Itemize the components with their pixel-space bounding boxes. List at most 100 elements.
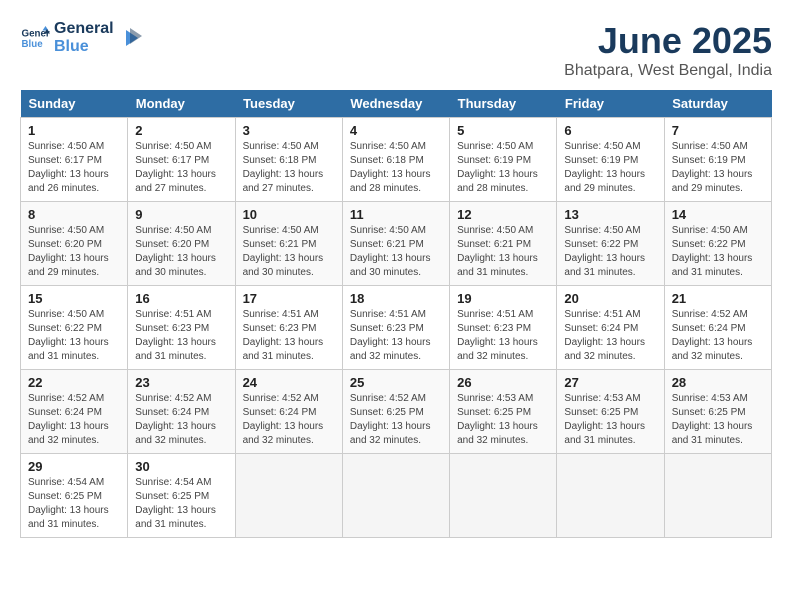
day-number: 18 <box>350 291 442 306</box>
day-number: 23 <box>135 375 227 390</box>
day-number: 5 <box>457 123 549 138</box>
day-info: Sunrise: 4:54 AM Sunset: 6:25 PM Dayligh… <box>135 476 227 532</box>
day-info: Sunrise: 4:51 AM Sunset: 6:23 PM Dayligh… <box>350 308 442 364</box>
day-number: 8 <box>28 207 120 222</box>
day-number: 29 <box>28 459 120 474</box>
calendar-cell: 8 Sunrise: 4:50 AM Sunset: 6:20 PM Daylig… <box>21 202 128 286</box>
logo: General Blue General Blue <box>20 20 142 56</box>
day-number: 26 <box>457 375 549 390</box>
calendar-cell: 10 Sunrise: 4:50 AM Sunset: 6:21 PM Dayli… <box>235 202 342 286</box>
calendar-cell <box>342 454 449 538</box>
day-info: Sunrise: 4:50 AM Sunset: 6:20 PM Dayligh… <box>28 224 120 280</box>
day-number: 27 <box>564 375 656 390</box>
day-info: Sunrise: 4:51 AM Sunset: 6:24 PM Dayligh… <box>564 308 656 364</box>
calendar-cell: 21Sunrise: 4:52 AM Sunset: 6:24 PM Dayli… <box>664 286 771 370</box>
calendar-cell <box>664 454 771 538</box>
day-number: 22 <box>28 375 120 390</box>
calendar-cell: 22 Sunrise: 4:52 AM Sunset: 6:24 PM Dayli… <box>21 370 128 454</box>
logo-icon: General Blue <box>20 23 50 53</box>
day-number: 30 <box>135 459 227 474</box>
calendar-week-row: 1 Sunrise: 4:50 AM Sunset: 6:17 PM Daylig… <box>21 118 772 202</box>
day-number: 6 <box>564 123 656 138</box>
day-info: Sunrise: 4:50 AM Sunset: 6:21 PM Dayligh… <box>457 224 549 280</box>
day-info: Sunrise: 4:54 AM Sunset: 6:25 PM Dayligh… <box>28 476 120 532</box>
day-number: 4 <box>350 123 442 138</box>
day-info: Sunrise: 4:50 AM Sunset: 6:19 PM Dayligh… <box>564 140 656 196</box>
day-info: Sunrise: 4:52 AM Sunset: 6:24 PM Dayligh… <box>28 392 120 448</box>
calendar-cell: 19 Sunrise: 4:51 AM Sunset: 6:23 PM Dayli… <box>450 286 557 370</box>
day-info: Sunrise: 4:50 AM Sunset: 6:21 PM Dayligh… <box>350 224 442 280</box>
day-info: Sunrise: 4:50 AM Sunset: 6:17 PM Dayligh… <box>28 140 120 196</box>
day-info: Sunrise: 4:52 AM Sunset: 6:25 PM Dayligh… <box>350 392 442 448</box>
calendar-week-row: 8 Sunrise: 4:50 AM Sunset: 6:20 PM Daylig… <box>21 202 772 286</box>
calendar-cell: 20 Sunrise: 4:51 AM Sunset: 6:24 PM Dayli… <box>557 286 664 370</box>
svg-text:Blue: Blue <box>22 39 44 50</box>
day-info: Sunrise: 4:50 AM Sunset: 6:18 PM Dayligh… <box>243 140 335 196</box>
calendar-cell <box>235 454 342 538</box>
day-number: 20 <box>564 291 656 306</box>
day-info: Sunrise: 4:51 AM Sunset: 6:23 PM Dayligh… <box>457 308 549 364</box>
day-info: Sunrise: 4:50 AM Sunset: 6:21 PM Dayligh… <box>243 224 335 280</box>
day-number: 1 <box>28 123 120 138</box>
header-sunday: Sunday <box>21 90 128 118</box>
calendar-cell: 26 Sunrise: 4:53 AM Sunset: 6:25 PM Dayli… <box>450 370 557 454</box>
logo-blue: Blue <box>54 38 114 56</box>
day-number: 25 <box>350 375 442 390</box>
day-number: 24 <box>243 375 335 390</box>
calendar-table: SundayMondayTuesdayWednesdayThursdayFrid… <box>20 90 772 538</box>
day-number: 12 <box>457 207 549 222</box>
day-info: Sunrise: 4:53 AM Sunset: 6:25 PM Dayligh… <box>564 392 656 448</box>
day-number: 17 <box>243 291 335 306</box>
day-info: Sunrise: 4:50 AM Sunset: 6:22 PM Dayligh… <box>28 308 120 364</box>
location-title: Bhatpara, West Bengal, India <box>564 62 772 80</box>
day-number: 11 <box>350 207 442 222</box>
day-info: Sunrise: 4:50 AM Sunset: 6:22 PM Dayligh… <box>672 224 764 280</box>
header-wednesday: Wednesday <box>342 90 449 118</box>
day-number: 16 <box>135 291 227 306</box>
calendar-cell: 2Sunrise: 4:50 AM Sunset: 6:17 PM Daylig… <box>128 118 235 202</box>
calendar-cell: 15 Sunrise: 4:50 AM Sunset: 6:22 PM Dayli… <box>21 286 128 370</box>
calendar-cell: 17 Sunrise: 4:51 AM Sunset: 6:23 PM Dayli… <box>235 286 342 370</box>
day-info: Sunrise: 4:53 AM Sunset: 6:25 PM Dayligh… <box>457 392 549 448</box>
header-tuesday: Tuesday <box>235 90 342 118</box>
day-info: Sunrise: 4:50 AM Sunset: 6:22 PM Dayligh… <box>564 224 656 280</box>
header-thursday: Thursday <box>450 90 557 118</box>
calendar-cell: 7 Sunrise: 4:50 AM Sunset: 6:19 PM Daylig… <box>664 118 771 202</box>
day-info: Sunrise: 4:50 AM Sunset: 6:19 PM Dayligh… <box>672 140 764 196</box>
day-number: 28 <box>672 375 764 390</box>
calendar-cell: 5 Sunrise: 4:50 AM Sunset: 6:19 PM Daylig… <box>450 118 557 202</box>
day-info: Sunrise: 4:52 AM Sunset: 6:24 PM Dayligh… <box>135 392 227 448</box>
calendar-cell: 14 Sunrise: 4:50 AM Sunset: 6:22 PM Dayli… <box>664 202 771 286</box>
calendar-cell: 9Sunrise: 4:50 AM Sunset: 6:20 PM Daylig… <box>128 202 235 286</box>
day-info: Sunrise: 4:53 AM Sunset: 6:25 PM Dayligh… <box>672 392 764 448</box>
day-number: 19 <box>457 291 549 306</box>
calendar-cell: 25 Sunrise: 4:52 AM Sunset: 6:25 PM Dayli… <box>342 370 449 454</box>
calendar-cell: 4 Sunrise: 4:50 AM Sunset: 6:18 PM Daylig… <box>342 118 449 202</box>
day-number: 21 <box>672 291 764 306</box>
day-info: Sunrise: 4:50 AM Sunset: 6:20 PM Dayligh… <box>135 224 227 280</box>
calendar-cell: 29 Sunrise: 4:54 AM Sunset: 6:25 PM Dayli… <box>21 454 128 538</box>
day-number: 7 <box>672 123 764 138</box>
day-number: 13 <box>564 207 656 222</box>
calendar-cell: 23 Sunrise: 4:52 AM Sunset: 6:24 PM Dayli… <box>128 370 235 454</box>
day-number: 3 <box>243 123 335 138</box>
calendar-header-row: SundayMondayTuesdayWednesdayThursdayFrid… <box>21 90 772 118</box>
day-info: Sunrise: 4:50 AM Sunset: 6:18 PM Dayligh… <box>350 140 442 196</box>
day-info: Sunrise: 4:50 AM Sunset: 6:19 PM Dayligh… <box>457 140 549 196</box>
title-area: June 2025 Bhatpara, West Bengal, India <box>564 20 772 80</box>
day-number: 10 <box>243 207 335 222</box>
calendar-cell: 24 Sunrise: 4:52 AM Sunset: 6:24 PM Dayli… <box>235 370 342 454</box>
calendar-cell: 13 Sunrise: 4:50 AM Sunset: 6:22 PM Dayli… <box>557 202 664 286</box>
day-number: 15 <box>28 291 120 306</box>
day-info: Sunrise: 4:51 AM Sunset: 6:23 PM Dayligh… <box>135 308 227 364</box>
calendar-week-row: 22 Sunrise: 4:52 AM Sunset: 6:24 PM Dayli… <box>21 370 772 454</box>
calendar-cell: 27 Sunrise: 4:53 AM Sunset: 6:25 PM Dayli… <box>557 370 664 454</box>
calendar-cell: 18 Sunrise: 4:51 AM Sunset: 6:23 PM Dayli… <box>342 286 449 370</box>
day-number: 14 <box>672 207 764 222</box>
calendar-cell: 3 Sunrise: 4:50 AM Sunset: 6:18 PM Daylig… <box>235 118 342 202</box>
calendar-week-row: 29 Sunrise: 4:54 AM Sunset: 6:25 PM Dayli… <box>21 454 772 538</box>
day-info: Sunrise: 4:50 AM Sunset: 6:17 PM Dayligh… <box>135 140 227 196</box>
day-info: Sunrise: 4:51 AM Sunset: 6:23 PM Dayligh… <box>243 308 335 364</box>
calendar-cell: 11 Sunrise: 4:50 AM Sunset: 6:21 PM Dayli… <box>342 202 449 286</box>
day-info: Sunrise: 4:52 AM Sunset: 6:24 PM Dayligh… <box>243 392 335 448</box>
